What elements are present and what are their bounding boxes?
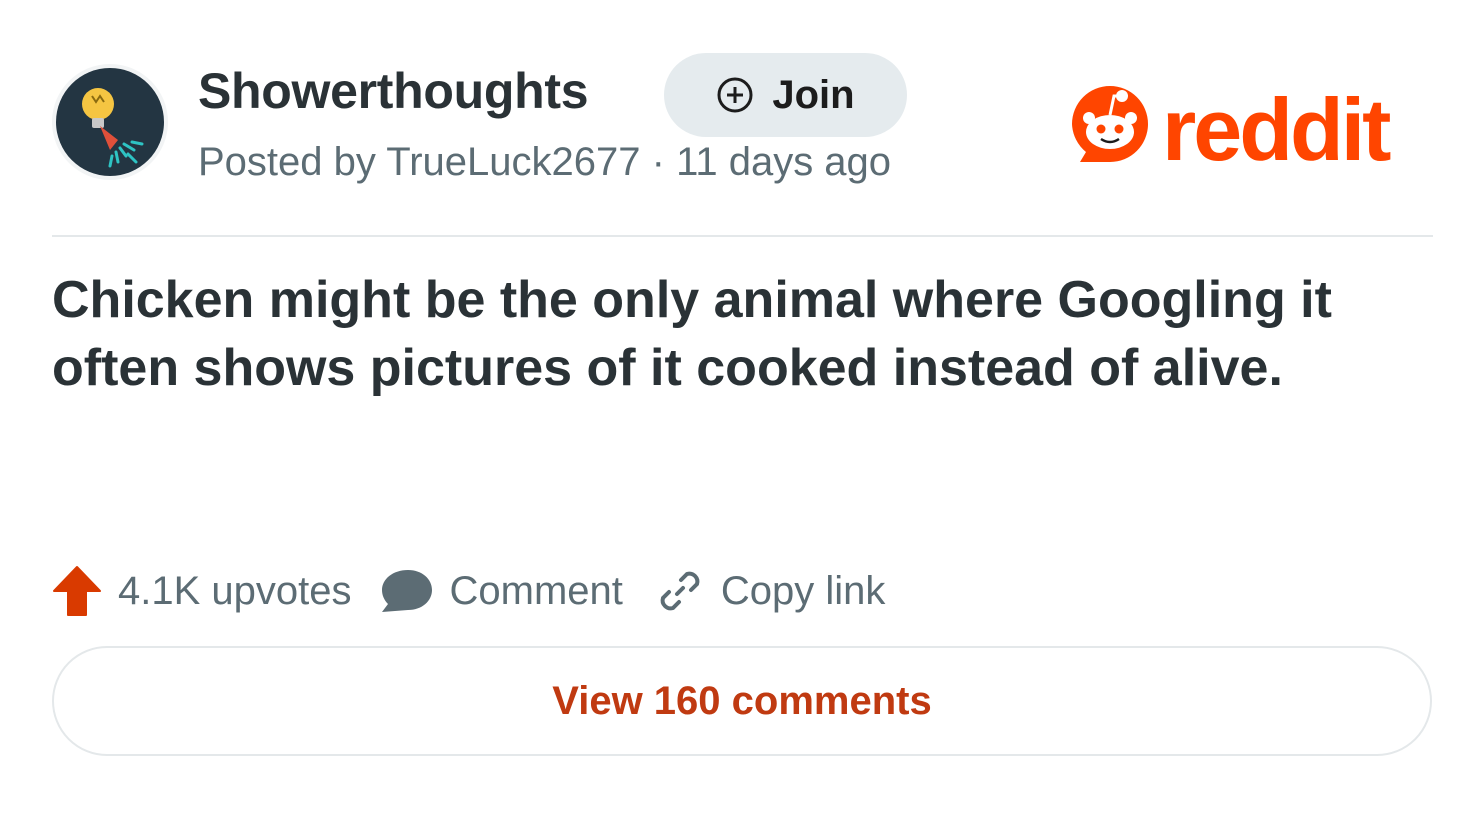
join-label: Join	[772, 72, 855, 117]
community-name[interactable]: Showerthoughts	[198, 62, 589, 120]
copy-link-label: Copy link	[720, 568, 886, 613]
comment-label: Comment	[449, 568, 623, 613]
reddit-snoo-icon	[1072, 86, 1148, 162]
showerthoughts-avatar-icon	[56, 68, 164, 176]
reddit-logo[interactable]: reddit	[1066, 78, 1436, 179]
view-comments-label: View 160 comments	[552, 678, 932, 723]
copy-link-button[interactable]: Copy link	[655, 566, 886, 616]
comment-bubble-icon	[381, 570, 432, 612]
view-comments-button[interactable]: View 160 comments	[52, 646, 1432, 756]
post-title[interactable]: Chicken might be the only animal where G…	[52, 266, 1442, 402]
join-button[interactable]: Join	[664, 53, 907, 137]
post-actions: 4.1K upvotes Comment Copy link	[52, 562, 885, 620]
upvote-button[interactable]: 4.1K upvotes	[52, 565, 352, 617]
post-card: Showerthoughts Join Posted by TrueLuck26…	[0, 0, 1484, 818]
comment-button[interactable]: Comment	[378, 566, 623, 616]
post-meta: Posted by TrueLuck2677 · 11 days ago	[198, 140, 892, 184]
divider	[52, 235, 1433, 237]
upvote-count: 4.1K upvotes	[118, 568, 352, 613]
link-icon	[660, 571, 700, 611]
plus-circle-icon	[717, 77, 753, 113]
community-avatar[interactable]	[52, 64, 168, 180]
reddit-wordmark: reddit	[1162, 80, 1391, 168]
upvote-arrow-icon	[53, 566, 101, 616]
